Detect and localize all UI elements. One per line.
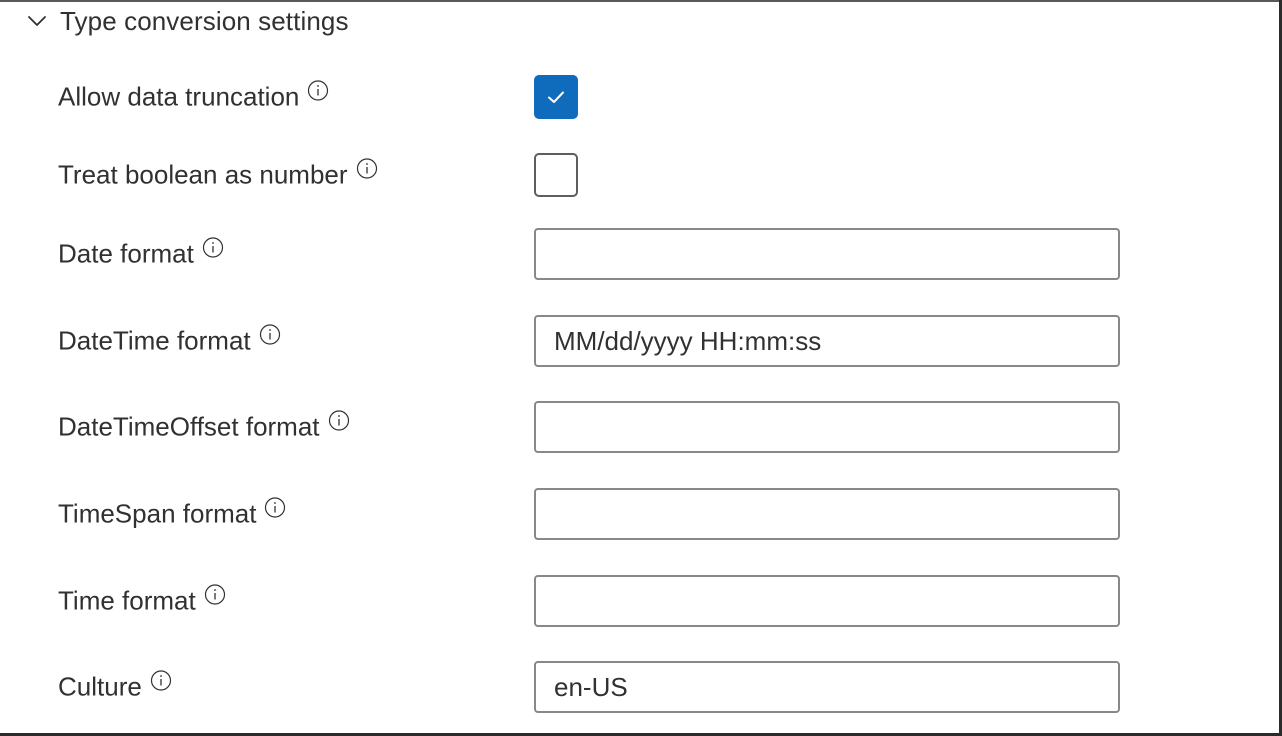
time-format-label: Time format	[58, 585, 196, 616]
label-group: DateTimeOffset format	[58, 409, 350, 443]
date-format-input[interactable]	[534, 228, 1120, 280]
row-allow-data-truncation: Allow data truncation	[58, 70, 1122, 124]
info-icon[interactable]	[307, 79, 329, 101]
label-group: Date format	[58, 236, 224, 270]
section-toggle-type-conversion[interactable]: Type conversion settings	[26, 4, 349, 38]
row-timespan-format: TimeSpan format	[58, 487, 1122, 541]
row-culture: Culture	[58, 660, 1122, 714]
chevron-down-icon	[26, 10, 48, 32]
info-icon[interactable]	[356, 157, 378, 179]
datetimeoffset-format-label: DateTimeOffset format	[58, 411, 320, 442]
allow-data-truncation-checkbox[interactable]	[534, 75, 578, 119]
culture-input[interactable]	[534, 661, 1120, 713]
treat-boolean-as-number-checkbox[interactable]	[534, 153, 578, 197]
info-icon[interactable]	[259, 323, 281, 345]
timespan-format-input[interactable]	[534, 488, 1120, 540]
section-title: Type conversion settings	[60, 5, 349, 36]
label-group: Time format	[58, 583, 226, 617]
row-time-format: Time format	[58, 574, 1122, 628]
treat-boolean-as-number-label: Treat boolean as number	[58, 159, 348, 190]
row-datetime-format: DateTime format	[58, 314, 1122, 368]
culture-label: Culture	[58, 671, 142, 702]
checkmark-icon	[548, 91, 564, 103]
row-datetimeoffset-format: DateTimeOffset format	[58, 400, 1122, 454]
datetime-format-input[interactable]	[534, 315, 1120, 367]
date-format-label: Date format	[58, 238, 194, 269]
datetimeoffset-format-input[interactable]	[534, 401, 1120, 453]
time-format-input[interactable]	[534, 575, 1120, 627]
datetime-format-label: DateTime format	[58, 325, 251, 356]
allow-data-truncation-label: Allow data truncation	[58, 81, 300, 112]
label-group: TimeSpan format	[58, 496, 286, 530]
label-group: Culture	[58, 669, 172, 703]
row-treat-boolean-as-number: Treat boolean as number	[58, 148, 1122, 202]
timespan-format-label: TimeSpan format	[58, 498, 257, 529]
row-date-format: Date format	[58, 227, 1122, 281]
label-group: DateTime format	[58, 323, 281, 357]
label-group: Allow data truncation	[58, 79, 329, 113]
top-border	[0, 0, 1282, 2]
info-icon[interactable]	[328, 409, 350, 431]
info-icon[interactable]	[150, 669, 172, 691]
info-icon[interactable]	[204, 583, 226, 605]
label-group: Treat boolean as number	[58, 157, 378, 191]
info-icon[interactable]	[202, 236, 224, 258]
info-icon[interactable]	[264, 496, 286, 518]
